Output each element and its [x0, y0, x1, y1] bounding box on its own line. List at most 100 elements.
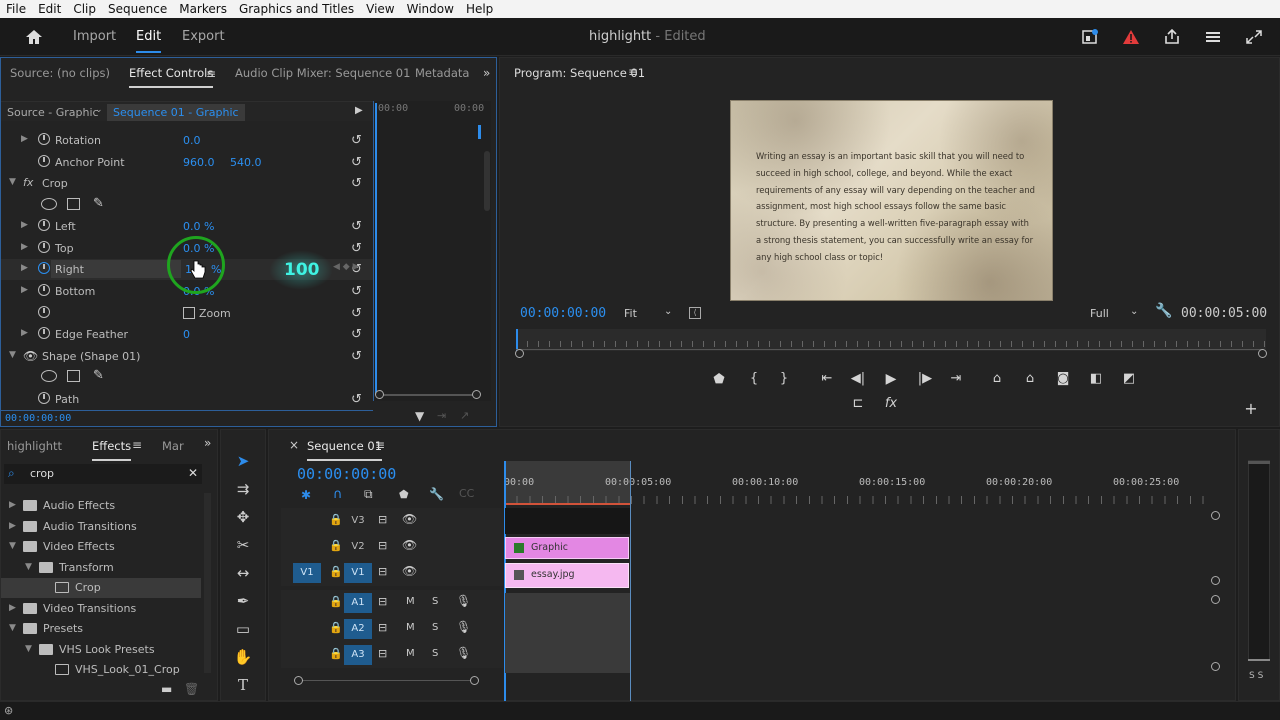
type-tool-icon[interactable]: T: [232, 674, 254, 696]
extract-icon[interactable]: ⌂: [1021, 371, 1039, 386]
status-icon[interactable]: ⊛: [4, 704, 13, 717]
lock-icon[interactable]: 🔒: [329, 647, 343, 660]
stopwatch-icon[interactable]: [38, 219, 50, 231]
zoom-checkbox[interactable]: [183, 307, 195, 319]
effects-tree-item[interactable]: Crop: [1, 578, 201, 598]
stopwatch-icon[interactable]: [38, 327, 50, 339]
track-name[interactable]: A2: [344, 619, 372, 639]
microphone-icon[interactable]: 🎙: [456, 646, 471, 660]
warning-icon[interactable]: [1120, 27, 1142, 47]
ripple-edit-tool-icon[interactable]: ✥: [232, 506, 254, 528]
more-panels-icon[interactable]: »: [483, 66, 490, 80]
export-frame-icon[interactable]: ↗: [460, 409, 469, 422]
ec-scrollbar[interactable]: [484, 151, 490, 211]
collapse-triangle-icon[interactable]: ▼: [25, 644, 32, 654]
fullscreen-icon[interactable]: [1243, 27, 1265, 47]
track-name[interactable]: V1: [344, 563, 372, 583]
fx-icon[interactable]: fx: [23, 176, 33, 189]
camera-icon[interactable]: ◙: [1054, 371, 1072, 386]
lift-icon[interactable]: ⌂: [988, 371, 1006, 386]
ec-playhead[interactable]: [375, 103, 377, 395]
edit-tab[interactable]: Edit: [136, 29, 162, 53]
eye-icon[interactable]: 👁: [402, 538, 417, 552]
linked-selection-icon[interactable]: ⧉: [364, 487, 373, 502]
zoom-handle-right[interactable]: [1258, 349, 1267, 358]
effects-tree-item[interactable]: ▶ Audio Effects: [1, 496, 201, 516]
add-button-icon[interactable]: +: [1242, 399, 1260, 418]
add-marker-icon[interactable]: ⬟: [399, 488, 409, 501]
insert-icon[interactable]: ⇥: [437, 409, 446, 422]
track-name[interactable]: A1: [344, 593, 372, 613]
collapse-triangle-icon[interactable]: ▼: [9, 541, 16, 551]
menu-markers[interactable]: Markers: [173, 2, 233, 16]
expand-triangle-icon[interactable]: ▶: [21, 242, 28, 252]
selection-tool-icon[interactable]: ➤: [232, 450, 254, 472]
effects-tree-item[interactable]: ▼ Presets: [1, 619, 201, 639]
nest-icon[interactable]: ✱: [301, 488, 311, 502]
play-icon[interactable]: ▶: [882, 371, 900, 387]
reset-icon[interactable]: ↺: [351, 241, 362, 256]
captions-icon[interactable]: CC: [459, 487, 474, 500]
menu-edit[interactable]: Edit: [32, 2, 67, 16]
snap-icon[interactable]: ∩: [333, 487, 343, 502]
rectangle-mask-icon[interactable]: [67, 370, 80, 382]
menu-file[interactable]: File: [0, 2, 32, 16]
program-menu-icon[interactable]: ≡: [628, 65, 638, 79]
reset-icon[interactable]: ↺: [351, 176, 362, 191]
source-patch-v1[interactable]: V1: [293, 563, 321, 583]
rotation-value[interactable]: 0.0: [183, 134, 201, 147]
rectangle-mask-icon[interactable]: [67, 198, 80, 210]
mark-in-icon[interactable]: {: [745, 371, 763, 386]
reset-icon[interactable]: ↺: [351, 284, 362, 299]
collapse-triangle-icon[interactable]: ▼: [9, 350, 16, 360]
tab-effect-controls[interactable]: Effect Controls: [129, 66, 214, 88]
reset-icon[interactable]: ↺: [351, 392, 362, 407]
reset-icon[interactable]: ↺: [351, 155, 362, 170]
stopwatch-icon[interactable]: [38, 133, 50, 145]
sequence-graphic-label[interactable]: Sequence 01 - Graphic: [107, 104, 245, 121]
clear-search-icon[interactable]: ✕: [188, 466, 198, 480]
go-to-in-icon[interactable]: ⇤: [818, 371, 836, 386]
tab-effects[interactable]: Effects: [92, 439, 132, 461]
keyframe-nav-icon[interactable]: ◀ ◆ ▶: [333, 262, 360, 272]
collapse-triangle-icon[interactable]: ▼: [9, 177, 16, 187]
lock-icon[interactable]: 🔒: [329, 595, 343, 608]
menu-view[interactable]: View: [360, 2, 400, 16]
comparison-view-icon[interactable]: ◧: [1087, 371, 1105, 386]
close-tab-icon[interactable]: ×: [289, 438, 299, 452]
search-input[interactable]: crop: [30, 467, 54, 480]
go-to-out-icon[interactable]: ⇥: [947, 371, 965, 386]
video-scroll-top[interactable]: [1211, 511, 1220, 520]
sync-lock-icon[interactable]: ⊟: [378, 647, 387, 660]
program-playhead[interactable]: [516, 329, 518, 351]
lock-icon[interactable]: 🔒: [329, 539, 343, 552]
full-dropdown[interactable]: Full ⌄: [1084, 305, 1142, 323]
mute-button[interactable]: M: [406, 622, 415, 633]
microphone-icon[interactable]: 🎙: [456, 620, 471, 634]
pen-tool-icon[interactable]: ✒: [232, 590, 254, 612]
mute-button[interactable]: M: [406, 596, 415, 607]
program-video-frame[interactable]: Writing an essay is an important basic s…: [730, 100, 1053, 301]
stopwatch-icon[interactable]: [38, 262, 50, 274]
pen-mask-icon[interactable]: ✎: [93, 196, 104, 211]
sync-lock-icon[interactable]: ⊟: [378, 565, 387, 578]
zoom-handle-left[interactable]: [515, 349, 524, 358]
essay-clip[interactable]: essay.jpg: [505, 563, 629, 588]
chevron-down-icon[interactable]: ⌄: [95, 105, 103, 115]
collapse-triangle-icon[interactable]: ▼: [9, 623, 16, 633]
lock-icon[interactable]: 🔒: [329, 565, 343, 578]
pen-mask-icon[interactable]: ✎: [93, 368, 104, 383]
solo-buttons[interactable]: S S: [1249, 671, 1263, 681]
audio-scroll-top[interactable]: [1211, 595, 1220, 604]
left-value[interactable]: 0.0 %: [183, 220, 214, 233]
delete-icon[interactable]: 🗑: [184, 682, 199, 696]
reset-icon[interactable]: ↺: [351, 133, 362, 148]
tab-source[interactable]: Source: (no clips): [10, 66, 110, 80]
filter-icon[interactable]: ▼: [415, 409, 424, 423]
menu-help[interactable]: Help: [460, 2, 499, 16]
home-icon[interactable]: [23, 27, 45, 47]
new-bin-icon[interactable]: ▬: [161, 682, 172, 696]
menu-graphics-titles[interactable]: Graphics and Titles: [233, 2, 360, 16]
track-name[interactable]: V2: [344, 537, 372, 557]
reset-icon[interactable]: ↺: [351, 306, 362, 321]
